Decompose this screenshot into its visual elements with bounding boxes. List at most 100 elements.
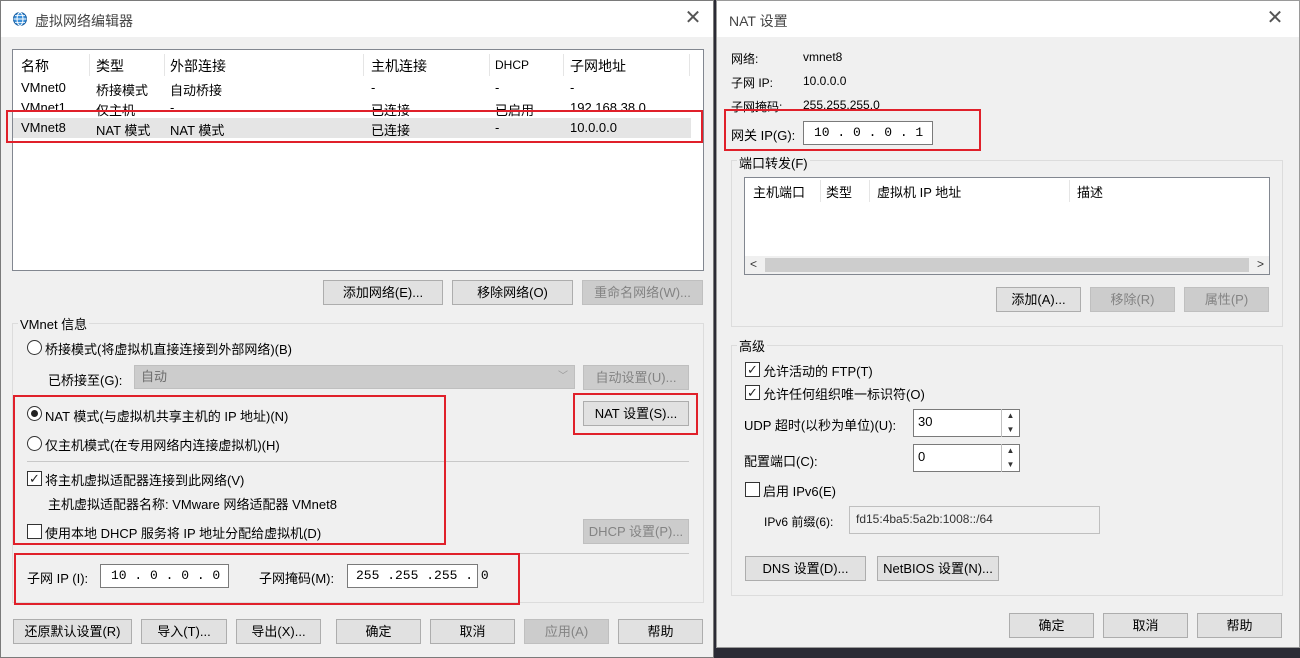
scrollbar-thumb[interactable] (765, 258, 1249, 272)
spin-down-icon[interactable]: ▼ (1002, 458, 1019, 472)
cell-type: 仅主机 (96, 103, 136, 118)
bridge-mode-label[interactable]: 桥接模式(将虚拟机直接连接到外部网络)(B) (45, 339, 292, 358)
column-header-dhcp[interactable]: DHCP (495, 58, 529, 72)
subnet-mask-label: 子网掩码: (731, 100, 783, 114)
subnet-ip-value: 10.0.0.0 (803, 74, 847, 88)
config-port-input[interactable]: 0 ▲ ▼ (913, 444, 1020, 472)
cell-name: VMnet0 (21, 80, 66, 95)
allow-oui-label[interactable]: 允许任何组织唯一标识符(O) (763, 384, 925, 403)
cell-type: 桥接模式 (96, 83, 149, 98)
rename-network-button[interactable]: 重命名网络(W)... (582, 280, 703, 305)
enable-ipv6-checkbox[interactable] (745, 482, 760, 497)
network-value: vmnet8 (803, 50, 843, 64)
title-bar: NAT 设置 ✕ (717, 1, 1299, 37)
host-only-label[interactable]: 仅主机模式(在专用网络内连接虚拟机)(H) (45, 435, 280, 454)
column-header-type[interactable]: 类型 (826, 182, 852, 201)
column-header-subnet[interactable]: 子网地址 (570, 56, 626, 76)
restore-defaults-button[interactable]: 还原默认设置(R) (13, 619, 132, 644)
udp-timeout-input[interactable]: 30 ▲ ▼ (913, 409, 1020, 437)
import-button[interactable]: 导入(T)... (141, 619, 227, 644)
cell-name: VMnet1 (21, 100, 66, 115)
allow-ftp-label[interactable]: 允许活动的 FTP(T) (763, 361, 873, 380)
add-port-button[interactable]: 添加(A)... (996, 287, 1081, 312)
dhcp-settings-button[interactable]: DHCP 设置(P)... (583, 519, 689, 544)
connect-adapter-label[interactable]: 将主机虚拟适配器连接到此网络(V) (45, 470, 244, 489)
cell-dhcp: - (495, 80, 500, 95)
auto-settings-button[interactable]: 自动设置(U)... (583, 365, 689, 390)
apply-button[interactable]: 应用(A) (524, 619, 609, 644)
window-title: NAT 设置 (729, 13, 788, 29)
nat-settings-button[interactable]: NAT 设置(S)... (583, 401, 689, 426)
cancel-button[interactable]: 取消 (430, 619, 515, 644)
help-button[interactable]: 帮助 (618, 619, 703, 644)
host-only-radio[interactable] (27, 436, 42, 451)
cell-external: - (170, 100, 175, 115)
column-header-host-port[interactable]: 主机端口 (753, 182, 805, 201)
cell-external: 自动桥接 (170, 83, 223, 98)
cell-host: 已连接 (371, 123, 411, 138)
close-icon[interactable]: ✕ (1263, 7, 1287, 31)
allow-oui-checkbox[interactable]: ✓ (745, 385, 760, 400)
close-icon[interactable]: ✕ (681, 7, 705, 31)
config-port-spinner[interactable]: ▲ ▼ (1001, 444, 1019, 472)
network-list[interactable]: 名称 类型 外部连接 主机连接 DHCP 子网地址 VMnet0 桥接模式 自动… (12, 49, 704, 271)
subnet-mask-input[interactable]: 255 .255 .255 . 0 (347, 564, 489, 588)
scroll-right-icon[interactable]: > (1257, 257, 1264, 271)
virtual-network-editor-window: 虚拟网络编辑器 ✕ 名称 类型 外部连接 主机连接 DHCP 子网地址 VMne… (0, 0, 714, 658)
ok-button[interactable]: 确定 (336, 619, 421, 644)
connect-adapter-checkbox[interactable]: ✓ (27, 471, 42, 486)
column-header-vm-ip[interactable]: 虚拟机 IP 地址 (877, 182, 961, 201)
table-row[interactable]: VMnet1 仅主机 - 已连接 已启用 192.168.38.0 (13, 98, 703, 118)
cell-dhcp: 已启用 (495, 103, 535, 118)
column-header-external[interactable]: 外部连接 (170, 56, 226, 76)
column-header-description[interactable]: 描述 (1077, 182, 1103, 201)
enable-ipv6-label[interactable]: 启用 IPv6(E) (763, 481, 836, 500)
column-header-name[interactable]: 名称 (21, 56, 49, 76)
chevron-down-icon: ﹀ (558, 371, 568, 382)
table-row-selected[interactable]: VMnet8 NAT 模式 NAT 模式 已连接 - 10.0.0.0 (13, 118, 691, 138)
spin-up-icon[interactable]: ▲ (1002, 444, 1019, 458)
add-network-button[interactable]: 添加网络(E)... (323, 280, 443, 305)
remove-network-button[interactable]: 移除网络(O) (452, 280, 573, 305)
vmnet-info-title: VMnet 信息 (18, 314, 90, 333)
network-label: 网络: (731, 52, 759, 66)
subnet-mask-label: 子网掩码(M): (259, 571, 335, 586)
nat-mode-radio[interactable] (27, 406, 42, 421)
help-button[interactable]: 帮助 (1197, 613, 1282, 638)
bridged-to-label: 已桥接至(G): (48, 373, 123, 388)
port-forwarding-title: 端口转发(F) (737, 153, 810, 172)
remove-port-button[interactable]: 移除(R) (1090, 287, 1175, 312)
netbios-settings-button[interactable]: NetBIOS 设置(N)... (877, 556, 999, 581)
port-properties-button[interactable]: 属性(P) (1184, 287, 1269, 312)
scroll-left-icon[interactable]: < (750, 257, 757, 271)
spin-up-icon[interactable]: ▲ (1002, 409, 1019, 423)
subnet-ip-input[interactable]: 10 . 0 . 0 . 0 (100, 564, 229, 588)
cancel-button[interactable]: 取消 (1103, 613, 1188, 638)
cell-host: 已连接 (371, 103, 411, 118)
subnet-ip-label: 子网 IP: (731, 76, 774, 90)
title-bar: 虚拟网络编辑器 ✕ (1, 1, 713, 37)
cell-type: NAT 模式 (96, 123, 151, 138)
cell-subnet: 10.0.0.0 (570, 120, 617, 135)
ok-button[interactable]: 确定 (1009, 613, 1094, 638)
use-dhcp-label[interactable]: 使用本地 DHCP 服务将 IP 地址分配给虚拟机(D) (45, 523, 321, 542)
spin-down-icon[interactable]: ▼ (1002, 423, 1019, 437)
nat-mode-label[interactable]: NAT 模式(与虚拟机共享主机的 IP 地址)(N) (45, 406, 288, 425)
port-forwarding-list[interactable]: 主机端口 类型 虚拟机 IP 地址 描述 < > (744, 177, 1270, 275)
use-dhcp-checkbox[interactable] (27, 524, 42, 539)
bridged-to-value: 自动 (141, 369, 168, 384)
dns-settings-button[interactable]: DNS 设置(D)... (745, 556, 866, 581)
table-row[interactable]: VMnet0 桥接模式 自动桥接 - - - (13, 78, 703, 98)
column-header-host[interactable]: 主机连接 (371, 56, 427, 76)
ipv6-prefix-input[interactable]: fd15:4ba5:5a2b:1008::/64 (849, 506, 1100, 534)
bridge-mode-radio[interactable] (27, 340, 42, 355)
allow-ftp-checkbox[interactable]: ✓ (745, 362, 760, 377)
export-button[interactable]: 导出(X)... (236, 619, 321, 644)
cell-subnet: 192.168.38.0 (570, 100, 646, 115)
horizontal-scrollbar[interactable]: < > (745, 256, 1269, 274)
bridged-to-select[interactable]: 自动 ﹀ (134, 365, 575, 389)
column-header-type[interactable]: 类型 (96, 56, 124, 76)
udp-timeout-value: 30 (918, 414, 933, 429)
gateway-ip-input[interactable]: 10 . 0 . 0 . 1 (803, 121, 933, 145)
udp-timeout-spinner[interactable]: ▲ ▼ (1001, 409, 1019, 437)
